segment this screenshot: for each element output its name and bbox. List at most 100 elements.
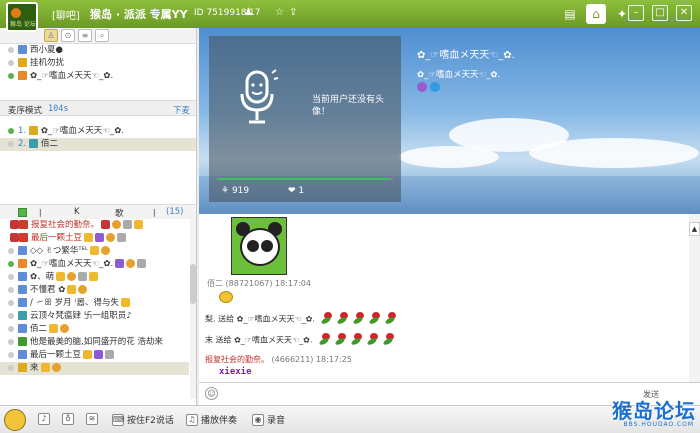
list-item[interactable]: 不懂君 ✿ bbox=[0, 284, 189, 297]
user-avatar-icon bbox=[18, 246, 27, 255]
notes-tab-icon[interactable]: ≡ bbox=[78, 29, 92, 42]
user-avatar-icon bbox=[18, 45, 27, 54]
user-avatar-icon bbox=[18, 71, 27, 80]
title-bar: 猴岛 论坛 [聊吧] 猴岛 · 派派 专属YY ID 7519918 ♟ 17 … bbox=[0, 0, 700, 32]
list-item[interactable]: ✿、萌 bbox=[0, 271, 189, 284]
list-item[interactable]: 云顶々梵瘟肄 卐一组职员♪ bbox=[0, 310, 189, 323]
record-button[interactable]: ◉ 录音 bbox=[252, 413, 285, 426]
list-item[interactable]: ◇◇ ✌つ繁华ᵀᴱᴸ bbox=[0, 245, 189, 258]
vip-icon bbox=[417, 82, 427, 92]
list-item[interactable]: 西小夏● bbox=[0, 44, 196, 57]
share-icon[interactable]: ⇪ bbox=[289, 7, 297, 18]
music-icon: ♫ bbox=[186, 413, 198, 426]
emoji-picker-icon[interactable]: ☺ bbox=[205, 387, 218, 400]
collapse-icon[interactable] bbox=[18, 208, 27, 217]
hold-to-talk-button[interactable]: ⌨ 按住F2说话 bbox=[112, 413, 174, 426]
users-tab-icon[interactable]: ♙ bbox=[44, 29, 58, 42]
microphone-icon bbox=[240, 69, 279, 124]
emoji-icon bbox=[219, 291, 233, 303]
list-item[interactable]: 最后一颗土豆 bbox=[0, 232, 189, 245]
location-tab-icon[interactable]: ⊙ bbox=[61, 29, 75, 42]
chat-scrollbar[interactable]: ▲ bbox=[689, 214, 700, 382]
message-header: 报复社会的勤奈。 (4666211) 18:17:25 bbox=[205, 355, 352, 364]
room-id: ID 7519918 bbox=[194, 8, 247, 18]
list-item[interactable]: 来 bbox=[0, 362, 189, 375]
volume-bar bbox=[217, 178, 393, 180]
bird-icon bbox=[430, 82, 440, 92]
home-icon[interactable]: ⌂ bbox=[586, 4, 606, 24]
likes-stat[interactable]: ❤ 1 bbox=[288, 186, 304, 196]
maximize-button[interactable]: □ bbox=[652, 5, 668, 21]
tasks-icon[interactable]: ▤ bbox=[560, 4, 580, 24]
member-count: 17 bbox=[249, 8, 261, 18]
user-avatar-icon bbox=[18, 259, 27, 268]
stage-banner: 当前用户还没有头像！ ⚘ 919 ❤ 1 ✿_☞嗜血メ天天☜_✿. ✿_☞嗜血メ… bbox=[199, 28, 700, 214]
queue-item[interactable]: 1. ✿_☞嗜血メ天天☜_✿. bbox=[0, 125, 196, 138]
left-panel: ♙ ⊙ ≡ ⌕ 西小夏● 挂机勿扰 ✿_☞嗜血メ天天☜_✿. 麦序模式 104s… bbox=[0, 28, 197, 405]
list-item[interactable]: 报复社会的勤奈。 bbox=[0, 219, 189, 232]
list-item[interactable]: ✿_☞嗜血メ天天☜_✿. bbox=[0, 70, 196, 83]
scroll-up-icon[interactable]: ▲ bbox=[689, 222, 700, 236]
mic-toggle-icon[interactable]: ♁ bbox=[62, 413, 74, 425]
equalizer-icon[interactable]: ≋ bbox=[86, 413, 98, 425]
rose-gift-icon bbox=[318, 333, 399, 347]
list-item[interactable]: 最后一颗土豆 bbox=[0, 349, 189, 362]
list-item[interactable]: 挂机勿扰 bbox=[0, 57, 196, 70]
bottom-toolbar: ♪ ♁ ≋ ⌨ 按住F2说话 ♫ 播放伴奏 ◉ 录音 bbox=[0, 405, 700, 433]
message-body bbox=[219, 291, 233, 303]
no-avatar-message: 当前用户还没有头像！ bbox=[312, 95, 385, 117]
message-author[interactable]: 报复社会的勤奈。 bbox=[205, 355, 269, 364]
user-avatar-icon bbox=[18, 337, 27, 346]
my-avatar[interactable] bbox=[4, 409, 26, 431]
host-stats: ⚘ 919 ❤ 1 bbox=[221, 186, 340, 196]
speaker-icon[interactable]: ♪ bbox=[38, 413, 50, 425]
keyboard-icon: ⌨ bbox=[112, 413, 125, 426]
mic-queue-list: 1. ✿_☞嗜血メ天天☜_✿. 2. 佰二 bbox=[0, 125, 196, 151]
gift-icon bbox=[19, 220, 28, 229]
close-button[interactable]: ✕ bbox=[676, 5, 692, 21]
message-header: 佰二 (88721067) 18:17:04 bbox=[207, 279, 311, 288]
vip-icon bbox=[10, 233, 19, 242]
gift-message: 梨. 送给 ✿_☞嗜血メ天天☜_✿. bbox=[205, 312, 401, 326]
user-avatar-icon bbox=[28, 139, 38, 148]
host-signature: ✿_☞嗜血メ天天☜_✿. bbox=[417, 70, 501, 80]
gift-message: 末 送给 ✿_☞嗜血メ天天☜_✿. bbox=[205, 333, 399, 347]
user-avatar-icon bbox=[18, 285, 27, 294]
queue-item[interactable]: 2. 佰二 bbox=[0, 138, 196, 151]
mic-queue-header: 麦序模式 104s 下麦 bbox=[0, 100, 196, 116]
crown-icon bbox=[28, 126, 38, 135]
room-name: 猴岛 · 派派 专属YY bbox=[90, 8, 188, 21]
user-avatar-icon bbox=[18, 324, 27, 333]
user-avatar-icon bbox=[18, 350, 27, 359]
top-user-list: 西小夏● 挂机勿扰 ✿_☞嗜血メ天天☜_✿. bbox=[0, 44, 196, 83]
members-header[interactable]: 丨 K 歌 丨 (15) bbox=[0, 204, 196, 219]
queue-mode-label: 麦序模式 bbox=[8, 106, 43, 116]
site-watermark: 猴岛论坛 BBS.HOUDAO.COM bbox=[612, 399, 696, 428]
vip-icon bbox=[10, 220, 19, 229]
list-item[interactable]: ✿_☞嗜血メ天天☜_✿. bbox=[0, 258, 189, 271]
chat-area: 佰二 (88721067) 18:17:04 梨. 送给 ✿_☞嗜血メ天天☜_✿… bbox=[199, 214, 689, 382]
message-body: xiexie bbox=[219, 367, 252, 377]
rose-gift-icon bbox=[320, 312, 401, 326]
leave-mic-link[interactable]: 下麦 bbox=[173, 104, 190, 116]
user-avatar-icon bbox=[18, 58, 27, 67]
minimize-button[interactable]: – bbox=[628, 5, 644, 21]
gift-icon bbox=[19, 233, 28, 242]
member-count: (15) bbox=[166, 207, 184, 217]
message-author[interactable]: 佰二 bbox=[207, 279, 223, 288]
play-music-button[interactable]: ♫ 播放伴奏 bbox=[186, 413, 237, 426]
member-list-scrollbar[interactable] bbox=[190, 219, 196, 399]
list-item[interactable]: / ㇀ꕥ 岁月 ⁽嚣、得与失 bbox=[0, 297, 189, 310]
user-avatar-icon bbox=[18, 272, 27, 281]
user-avatar-icon bbox=[18, 298, 27, 307]
queue-timer: 104s bbox=[48, 104, 69, 114]
search-icon[interactable]: ⌕ bbox=[95, 29, 109, 42]
list-item[interactable]: 他是最美的脑,如同盛开的花 浩劫来 bbox=[0, 336, 189, 349]
user-avatar-icon bbox=[18, 311, 27, 320]
star-icon[interactable]: ☆ bbox=[275, 7, 284, 18]
user-avatar-icon bbox=[18, 363, 27, 372]
room-tag: [聊吧] bbox=[52, 11, 80, 22]
list-item[interactable]: 佰二 bbox=[0, 323, 189, 336]
member-list: 报复社会的勤奈。 最后一颗土豆 ◇◇ ✌つ繁华ᵀᴱᴸ ✿_☞嗜血メ天天☜_✿. … bbox=[0, 219, 189, 375]
flowers-stat[interactable]: ⚘ 919 bbox=[221, 186, 249, 196]
